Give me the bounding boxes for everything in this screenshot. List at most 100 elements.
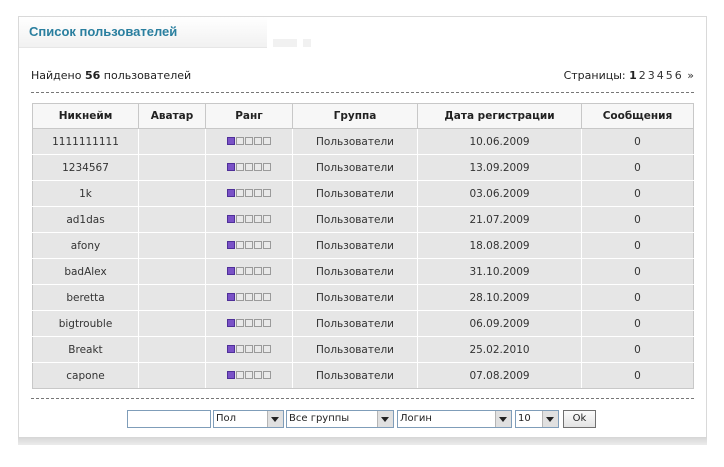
rank-filled-square [226,370,235,379]
search-input[interactable] [127,410,211,428]
cell-nickname[interactable]: beretta [32,284,139,311]
users-table: Никнейм Аватар Ранг Группа Дата регистра… [32,103,694,389]
rank-empty-square [262,162,271,171]
rank-empty-square [244,162,253,171]
col-rank: Ранг [205,103,293,129]
cell-group: Пользователи [292,258,418,285]
rank-icon [226,240,272,252]
rank-empty-square [235,318,244,327]
rank-empty-square [253,344,262,353]
rank-icon [226,318,272,330]
chevron-down-icon [377,411,393,427]
cell-nickname[interactable]: 1234567 [32,154,139,181]
cell-rank [205,336,293,363]
cell-rank [205,258,293,285]
rank-empty-square [235,240,244,249]
rank-empty-square [235,136,244,145]
page-next-link[interactable]: » [687,69,694,82]
rank-empty-square [235,162,244,171]
page-link[interactable]: 3 [648,69,655,82]
cell-rank [205,128,293,155]
cell-rank [205,232,293,259]
table-row: ad1das Пользователи 21.07.2009 0 [32,206,694,233]
page-link[interactable]: 6 [675,69,682,82]
rank-empty-square [253,266,262,275]
page-link[interactable]: 4 [657,69,664,82]
cell-rank [205,362,293,389]
rank-empty-square [244,370,253,379]
rank-empty-square [262,136,271,145]
table-row: 1234567 Пользователи 13.09.2009 0 [32,154,694,181]
chevron-down-icon [267,411,283,427]
rank-empty-square [244,136,253,145]
submit-button[interactable]: Ok [563,410,596,428]
cell-nickname[interactable]: Breakt [32,336,139,363]
cell-messages: 0 [581,284,694,311]
page-link[interactable]: 5 [666,69,673,82]
cell-registration-date: 21.07.2009 [417,206,582,233]
group-select-value: Все группы [289,413,350,424]
divider-top [31,92,694,93]
cell-nickname[interactable]: 1k [32,180,139,207]
rank-filled-square [226,136,235,145]
cell-rank [205,284,293,311]
found-prefix: Найдено [31,69,82,82]
cell-nickname[interactable]: afony [32,232,139,259]
cell-avatar [138,128,206,155]
per-page-select-value: 10 [518,413,531,424]
cell-nickname[interactable]: 1111111111 [32,128,139,155]
cell-registration-date: 03.06.2009 [417,180,582,207]
rank-icon [226,136,272,148]
cell-messages: 0 [581,154,694,181]
cell-registration-date: 06.09.2009 [417,310,582,337]
title-tab: Список пользователей [19,17,267,48]
cell-nickname[interactable]: bigtrouble [32,310,139,337]
cell-nickname[interactable]: ad1das [32,206,139,233]
cell-registration-date: 10.06.2009 [417,128,582,155]
cell-registration-date: 25.02.2010 [417,336,582,363]
table-row: 1111111111 Пользователи 10.06.2009 0 [32,128,694,155]
col-registration-date[interactable]: Дата регистрации [417,103,582,129]
col-nickname[interactable]: Никнейм [32,103,139,129]
cell-rank [205,154,293,181]
rank-empty-square [262,292,271,301]
rank-filled-square [226,162,235,171]
rank-empty-square [244,188,253,197]
cell-avatar [138,258,206,285]
sort-select-value: Логин [400,413,432,424]
rank-icon [226,344,272,356]
col-group: Группа [292,103,418,129]
rank-empty-square [253,136,262,145]
cell-nickname[interactable]: badAlex [32,258,139,285]
cell-group: Пользователи [292,128,418,155]
per-page-select[interactable]: 10 [515,410,559,428]
page-link[interactable]: 2 [639,69,646,82]
rank-empty-square [244,214,253,223]
cell-nickname[interactable]: capone [32,362,139,389]
sort-select[interactable]: Логин [397,410,512,428]
rank-empty-square [253,214,262,223]
cell-avatar [138,362,206,389]
gender-select[interactable]: Пол [213,410,284,428]
rank-filled-square [226,344,235,353]
chevron-down-icon [495,411,511,427]
rank-empty-square [235,214,244,223]
gender-select-value: Пол [216,413,237,424]
col-avatar: Аватар [138,103,206,129]
cell-avatar [138,206,206,233]
cell-group: Пользователи [292,362,418,389]
cell-avatar [138,310,206,337]
cell-rank [205,206,293,233]
rank-empty-square [235,188,244,197]
col-messages[interactable]: Сообщения [581,103,694,129]
cell-avatar [138,180,206,207]
rank-empty-square [262,188,271,197]
rank-icon [226,292,272,304]
page-title: Список пользователей [29,24,178,39]
table-row: afony Пользователи 18.08.2009 0 [32,232,694,259]
cell-group: Пользователи [292,310,418,337]
group-select[interactable]: Все группы [286,410,394,428]
cell-group: Пользователи [292,284,418,311]
rank-empty-square [244,292,253,301]
table-row: 1k Пользователи 03.06.2009 0 [32,180,694,207]
